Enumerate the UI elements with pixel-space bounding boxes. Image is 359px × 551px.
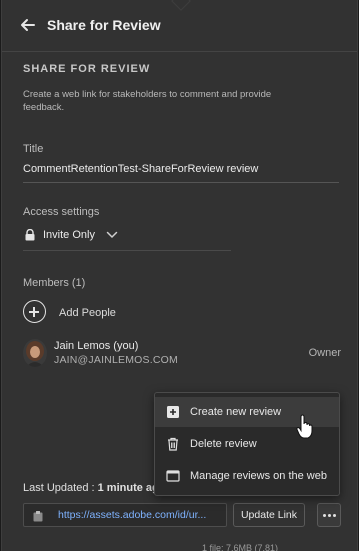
- access-settings-value: Invite Only: [43, 229, 95, 241]
- last-updated: Last Updated : 1 minute ag: [23, 482, 159, 494]
- access-settings-dropdown[interactable]: Invite Only: [23, 224, 231, 251]
- plus-square-icon: [167, 406, 179, 418]
- add-people-label: Add People: [59, 307, 116, 319]
- menu-item-manage-reviews[interactable]: Manage reviews on the web: [155, 461, 339, 491]
- panel-header: Share for Review: [2, 0, 357, 52]
- section-description: Create a web link for stakeholders to co…: [23, 89, 272, 113]
- members-label: Members (1): [23, 277, 86, 289]
- page-title: Share for Review: [47, 17, 161, 33]
- browser-window-icon: [166, 470, 180, 482]
- avatar: [23, 339, 47, 367]
- file-size-info: 1 file: 7.6MB (7.81): [202, 543, 279, 551]
- menu-item-label: Create new review: [190, 406, 282, 418]
- last-updated-label: Last Updated :: [23, 482, 95, 494]
- trash-icon: [168, 437, 178, 451]
- more-dot: [333, 514, 336, 517]
- more-dot: [328, 514, 331, 517]
- hand-pointer-icon: [296, 414, 313, 439]
- section-heading: SHARE FOR REVIEW: [23, 63, 151, 75]
- review-link[interactable]: https://assets.adobe.com/id/ur...: [58, 509, 206, 521]
- last-updated-value: 1 minute ag: [97, 482, 159, 494]
- add-circle-icon: [23, 300, 46, 323]
- member-role: Owner: [308, 347, 341, 359]
- review-options-menu: Create new review Delete review Manage r…: [154, 392, 340, 496]
- clipboard-icon: [33, 511, 43, 522]
- chevron-down-icon: [106, 231, 118, 239]
- review-link-field[interactable]: https://assets.adobe.com/id/ur...: [23, 503, 227, 527]
- menu-item-label: Delete review: [190, 438, 257, 450]
- arrow-left-icon: [21, 19, 35, 31]
- member-row: Jain Lemos (you) JAIN@JAINLEMOS.COM Owne…: [23, 338, 343, 370]
- lock-icon: [25, 229, 35, 241]
- menu-item-label: Manage reviews on the web: [190, 470, 327, 482]
- member-name: Jain Lemos (you): [54, 340, 139, 352]
- update-link-button[interactable]: Update Link: [233, 503, 305, 527]
- title-field[interactable]: CommentRetentionTest-ShareForReview revi…: [23, 161, 339, 183]
- add-people-button[interactable]: Add People: [23, 300, 143, 326]
- member-email: JAIN@JAINLEMOS.COM: [54, 354, 178, 366]
- access-settings-label: Access settings: [23, 206, 100, 218]
- title-label: Title: [23, 143, 44, 155]
- back-button[interactable]: [18, 15, 38, 35]
- more-options-button[interactable]: [317, 503, 341, 527]
- more-dot: [323, 514, 326, 517]
